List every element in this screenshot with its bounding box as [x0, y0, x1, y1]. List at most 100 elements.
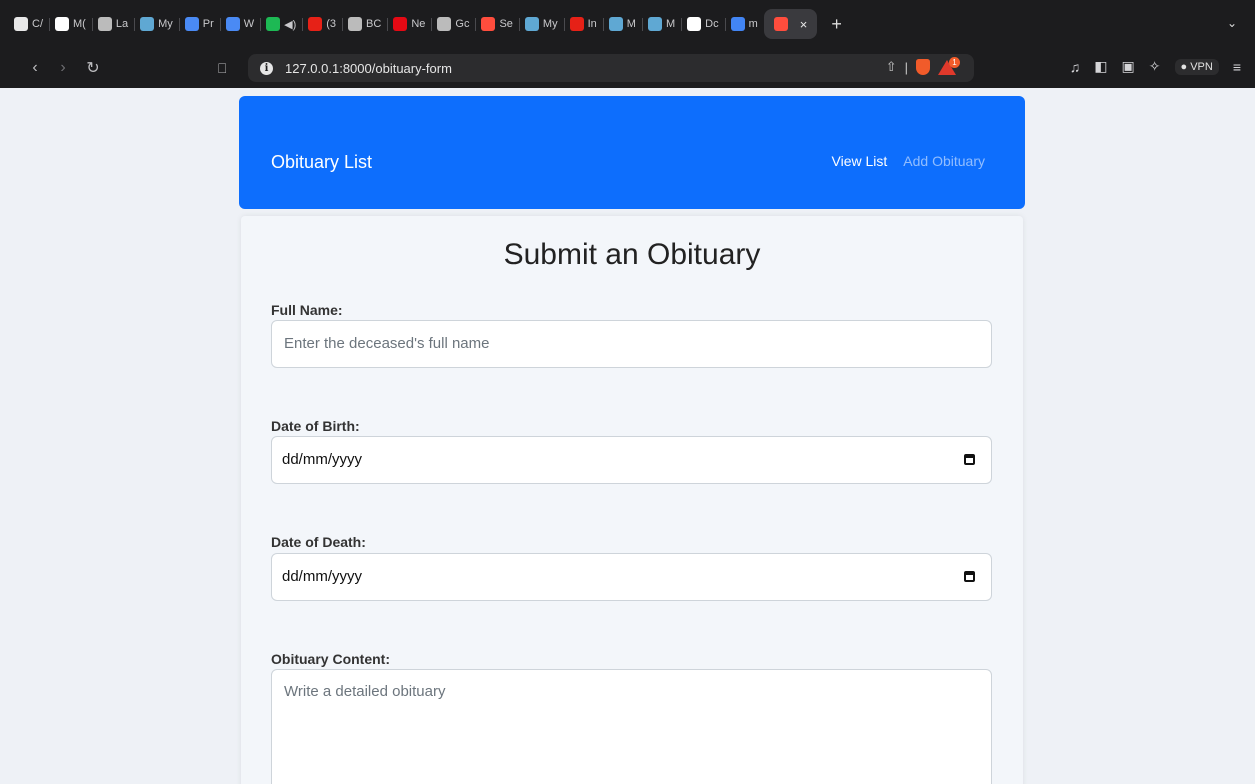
full-name-placeholder: Enter the deceased's full name: [284, 335, 490, 352]
navbar-brand[interactable]: Obituary List: [271, 152, 372, 173]
tab-label: m: [748, 18, 758, 30]
laravel-icon: [773, 17, 788, 31]
active-tab[interactable]: ×: [763, 9, 818, 39]
divider: |: [904, 59, 908, 75]
toolbar-icons: ♫ ◧ ▣ ✧ ● VPN ≡: [1070, 58, 1241, 75]
sidebar-icon[interactable]: ◧: [1094, 58, 1107, 75]
tab-favicon-icon: [14, 17, 28, 31]
browser-tab[interactable]: M(: [49, 9, 93, 39]
tab-favicon-icon: [55, 17, 69, 31]
forward-icon[interactable]: ›: [52, 59, 74, 77]
menu-icon[interactable]: ≡: [1233, 59, 1241, 75]
site-info-icon[interactable]: i: [260, 61, 273, 75]
tab-label: Pr: [202, 18, 214, 30]
tab-favicon-icon: [569, 17, 584, 31]
back-icon[interactable]: ‹: [24, 59, 46, 77]
full-name-label: Full Name:: [271, 302, 343, 318]
browser-tab[interactable]: ◀): [260, 9, 304, 39]
tab-label: M(: [73, 18, 86, 30]
brave-shield-icon[interactable]: [916, 59, 930, 75]
browser-tab[interactable]: My: [519, 9, 565, 39]
tab-favicon-icon: [608, 17, 623, 31]
dod-label: Date of Death:: [271, 534, 366, 550]
page-content: Obituary List View List Add Obituary Sub…: [0, 88, 1255, 784]
tab-favicon-icon: [140, 17, 155, 31]
browser-tab[interactable]: La: [92, 9, 136, 39]
full-name-input[interactable]: Enter the deceased's full name: [271, 320, 992, 368]
browser-tab[interactable]: Pr: [179, 9, 221, 39]
obituary-form-card: Submit an Obituary Full Name: Enter the …: [241, 216, 1023, 784]
tab-label: In: [587, 18, 597, 30]
brave-rewards-icon[interactable]: 1: [938, 56, 960, 75]
vpn-label: VPN: [1190, 60, 1213, 73]
browser-tab[interactable]: My: [134, 9, 180, 39]
address-bar-actions: ⇧ | 1: [886, 56, 960, 75]
url-text[interactable]: 127.0.0.1:8000/obituary-form: [285, 61, 452, 76]
browser-tab[interactable]: In: [564, 9, 604, 39]
tab-favicon-icon: [393, 17, 408, 31]
tab-label: BC: [366, 18, 382, 30]
browser-tab[interactable]: Gc: [431, 9, 477, 39]
new-tab-button[interactable]: +: [831, 14, 842, 35]
nav-link-view-list[interactable]: View List: [832, 153, 888, 169]
dod-value: dd/mm/yyyy: [282, 568, 363, 585]
browser-tab[interactable]: (3: [302, 9, 343, 39]
tab-label: C/: [32, 18, 43, 30]
dod-input[interactable]: dd/mm/yyyy: [271, 553, 992, 601]
browser-tab[interactable]: Dc: [681, 9, 727, 39]
browser-tab[interactable]: Se: [475, 9, 521, 39]
tab-label: My: [158, 18, 173, 30]
nav-link-add-obituary[interactable]: Add Obituary: [903, 153, 985, 169]
tab-label: Se: [499, 18, 513, 30]
browser-tab[interactable]: m: [725, 9, 765, 39]
leo-icon[interactable]: ✧: [1149, 58, 1161, 75]
reload-icon[interactable]: ↻: [82, 58, 104, 78]
bookmark-icon[interactable]: ⎕: [218, 60, 226, 77]
navbar-links: View List Add Obituary: [832, 153, 986, 169]
vpn-button[interactable]: ● VPN: [1174, 58, 1219, 75]
tab-favicon-icon: [97, 17, 112, 31]
tab-favicon-icon: [308, 17, 323, 31]
browser-tab[interactable]: M: [642, 9, 683, 39]
close-tab-icon[interactable]: ×: [800, 17, 808, 32]
tab-label: Ne: [411, 18, 426, 30]
browser-tab[interactable]: BC: [342, 9, 389, 39]
address-bar[interactable]: i 127.0.0.1:8000/obituary-form ⇧ | 1: [248, 54, 974, 82]
tab-favicon-icon: [266, 17, 281, 31]
tab-label: M: [665, 18, 676, 30]
tab-label: La: [115, 18, 129, 30]
dob-input[interactable]: dd/mm/yyyy: [271, 436, 992, 484]
browser-tab[interactable]: M: [603, 9, 644, 39]
tab-label: My: [542, 18, 558, 30]
content-label: Obituary Content:: [271, 651, 390, 667]
tab-menu-icon[interactable]: ⌄: [1227, 16, 1237, 30]
tab-favicon-icon: [225, 17, 240, 31]
calendar-icon[interactable]: [964, 571, 975, 582]
browser-tab[interactable]: W: [220, 9, 262, 39]
browser-tab-strip: C/M( La My Pr W ◀) (3 BC Ne Gc Se My In M M Dc m × + ⌄: [0, 0, 1255, 48]
rewards-badge: 1: [949, 56, 960, 68]
wallet-icon[interactable]: ▣: [1122, 58, 1135, 75]
site-navbar: Obituary List View List Add Obituary: [239, 96, 1025, 209]
tab-label: M: [626, 18, 636, 30]
share-icon[interactable]: ⇧: [886, 59, 897, 75]
tab-favicon-icon: [730, 17, 745, 31]
tab-label: Dc: [705, 18, 719, 30]
browser-tab[interactable]: Ne: [387, 9, 433, 39]
browser-toolbar: ‹ › ↻ ⎕ i 127.0.0.1:8000/obituary-form ⇧…: [0, 48, 1255, 88]
form-title: Submit an Obituary: [503, 238, 761, 271]
media-icon[interactable]: ♫: [1070, 59, 1081, 75]
tab-favicon-icon: [184, 17, 199, 31]
content-textarea[interactable]: Write a detailed obituary: [271, 669, 992, 784]
browser-tab[interactable]: C/: [8, 9, 50, 39]
tab-label: ◀): [284, 18, 297, 31]
tab-favicon-icon: [437, 17, 452, 31]
calendar-icon[interactable]: [964, 454, 975, 465]
tab-favicon-icon: [348, 17, 363, 31]
tab-label: (3: [326, 18, 337, 30]
dob-label: Date of Birth:: [271, 418, 360, 434]
tab-favicon-icon: [687, 17, 702, 31]
tab-favicon-icon: [481, 17, 496, 31]
tab-label: W: [243, 18, 255, 30]
tab-label: Gc: [455, 18, 470, 30]
